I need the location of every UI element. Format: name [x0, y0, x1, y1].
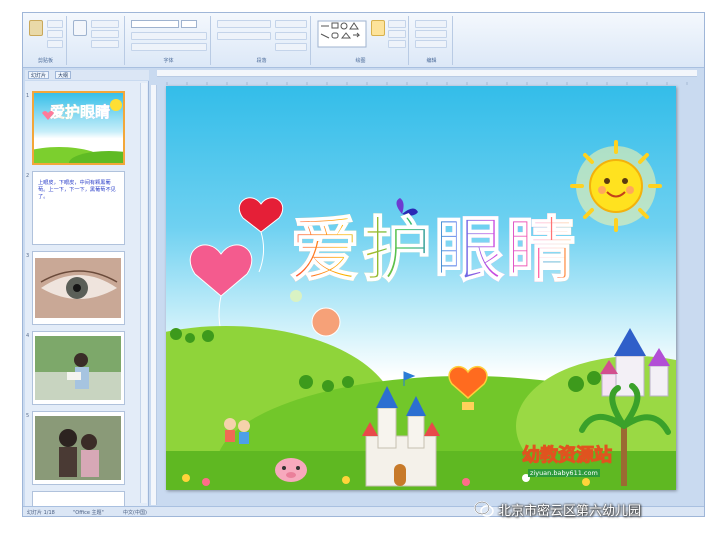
pig-character-image	[275, 458, 307, 482]
shape-outline-button[interactable]	[388, 30, 406, 38]
slide-counter: 幻灯片 1/18	[27, 510, 55, 516]
thumbnail-scene	[34, 99, 123, 163]
shapes-gallery-icon[interactable]	[317, 20, 367, 48]
reset-button[interactable]	[91, 30, 119, 38]
eye-photo-image	[35, 258, 121, 318]
sun-image	[570, 140, 662, 232]
vertical-ruler	[151, 85, 157, 505]
thumbnail-number: 1	[26, 93, 30, 99]
ribbon-group-label: 编辑	[426, 58, 437, 64]
new-slide-icon[interactable]	[73, 20, 87, 36]
tab-slides[interactable]: 幻灯片	[28, 71, 50, 79]
wechat-logo-icon	[474, 501, 494, 517]
font-format-buttons[interactable]	[131, 32, 207, 40]
ribbon: 剪贴板 字体 段落 绘图 编辑	[23, 13, 704, 68]
layout-button[interactable]	[91, 20, 119, 28]
thumbnail-slide-2[interactable]: 上眼皮，下眼皮，中间有颗黑葡萄。上一下，下一下，黑葡萄不见了。	[32, 171, 125, 245]
wechat-watermark: 北京市密云区第六幼儿园	[474, 498, 641, 520]
mother-child-photo-image	[35, 416, 121, 480]
powerpoint-window: 剪贴板 字体 段落 绘图 编辑 幻灯片 大纲 1 爱护眼睛 2 上眼皮，下眼皮，…	[22, 12, 705, 517]
slide-thumbnail-panel: 1 爱护眼睛 2 上眼皮，下眼皮，中间有颗黑葡萄。上一下，下一下，黑葡萄不见了。…	[25, 81, 149, 506]
arrange-icon[interactable]	[371, 20, 385, 36]
thumbnail-scrollbar[interactable]	[140, 83, 147, 503]
find-button[interactable]	[415, 20, 447, 28]
ruler-ticks	[166, 82, 688, 85]
ribbon-group-label: 字体	[163, 58, 174, 64]
thumbnail-slide-5[interactable]	[32, 411, 125, 485]
thumbnail-number: 2	[26, 173, 30, 179]
panel-tabs: 幻灯片 大纲	[25, 70, 149, 80]
tab-outline[interactable]: 大纲	[55, 71, 72, 79]
language-indicator: 中文(中国)	[123, 510, 147, 516]
smartart-button[interactable]	[275, 43, 307, 51]
font-size-select[interactable]	[181, 20, 197, 28]
cut-button[interactable]	[47, 20, 63, 28]
align-buttons[interactable]	[217, 32, 271, 40]
horizontal-ruler	[157, 70, 697, 85]
shape-fill-button[interactable]	[388, 20, 406, 28]
select-button[interactable]	[415, 40, 447, 48]
ribbon-group-paragraph: 段落	[213, 16, 311, 65]
paste-icon[interactable]	[29, 20, 43, 36]
site-logo-url: ziyuan.baby611.com	[528, 469, 600, 477]
thumbnail-number: 4	[26, 333, 30, 339]
ribbon-group-editing: 编辑	[411, 16, 453, 65]
bullets-buttons[interactable]	[217, 20, 271, 28]
thumbnail-number: 5	[26, 413, 30, 419]
ribbon-group-font: 字体	[127, 16, 211, 65]
ribbon-group-drawing: 绘图	[313, 16, 409, 65]
child-reading-photo-image	[35, 336, 121, 400]
text-direction-button[interactable]	[275, 20, 307, 28]
align-text-button[interactable]	[275, 32, 307, 40]
theme-name: "Office 主题"	[73, 510, 104, 516]
replace-button[interactable]	[415, 30, 447, 38]
font-name-select[interactable]	[131, 20, 179, 28]
thumbnail-slide-4[interactable]	[32, 331, 125, 405]
delete-button[interactable]	[91, 40, 119, 48]
ribbon-group-label: 剪贴板	[37, 58, 53, 64]
thumbnail-text: 上眼皮，下眼皮，中间有颗黑葡萄。上一下，下一下，黑葡萄不见了。	[38, 180, 116, 200]
thumbnail-slide-1[interactable]: 爱护眼睛	[32, 91, 125, 165]
slide-title[interactable]: 爱护眼睛	[284, 194, 584, 295]
ribbon-group-label: 段落	[256, 58, 267, 64]
site-logo-text: 幼教资源站	[522, 445, 613, 467]
round-balloon-orange	[311, 307, 341, 337]
font-color-buttons[interactable]	[131, 43, 207, 51]
watermark-text: 北京市密云区第六幼儿园	[498, 503, 642, 519]
thumbnail-slide-3[interactable]	[32, 251, 125, 325]
ribbon-group-clipboard: 剪贴板	[25, 16, 67, 65]
thumbnail-number: 3	[26, 253, 30, 259]
slide-canvas[interactable]: 爱护眼睛 幼教资源站 ziyuan.baby611.com	[166, 86, 676, 490]
shape-effects-button[interactable]	[388, 40, 406, 48]
format-painter-button[interactable]	[47, 40, 63, 48]
ribbon-group-slides	[69, 16, 125, 65]
copy-button[interactable]	[47, 30, 63, 38]
thumbnail-slide-6[interactable]	[32, 491, 125, 506]
ribbon-group-label: 绘图	[355, 58, 366, 64]
